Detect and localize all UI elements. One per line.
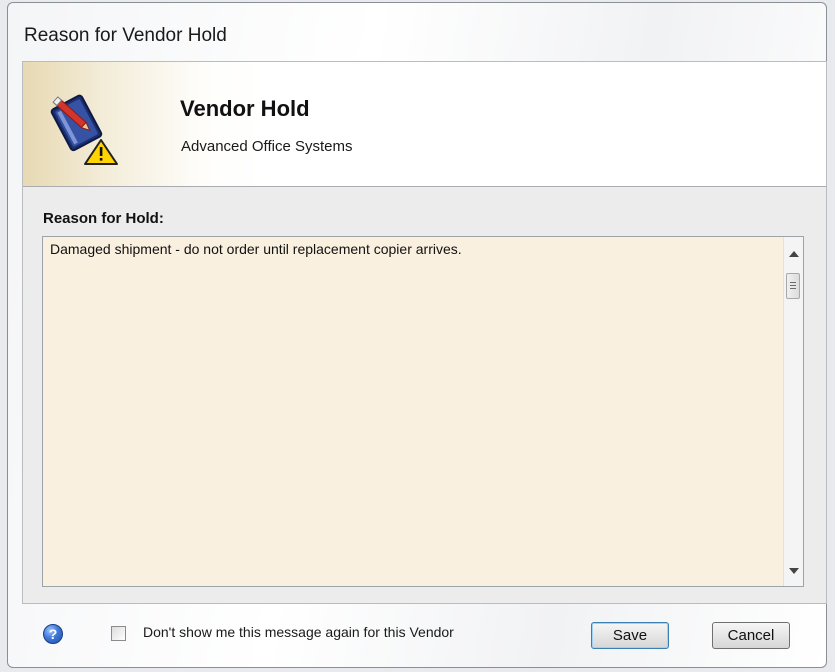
vendor-name: Advanced Office Systems: [181, 138, 353, 155]
grip-line: [790, 288, 796, 289]
scroll-thumb[interactable]: [786, 273, 800, 299]
reason-textarea[interactable]: Damaged shipment - do not order until re…: [42, 236, 804, 587]
dialog-title: Reason for Vendor Hold: [24, 25, 227, 46]
dont-show-again-label[interactable]: Don't show me this message again for thi…: [143, 624, 454, 640]
dont-show-again-checkbox[interactable]: [111, 626, 126, 641]
help-icon[interactable]: ?: [43, 624, 63, 644]
grip-line: [790, 282, 796, 283]
scroll-down-arrow-icon[interactable]: [789, 568, 799, 574]
vendor-hold-dialog: Reason for Vendor Hold Vendor Hold Advan…: [7, 2, 827, 668]
reason-label: Reason for Hold:: [43, 210, 164, 227]
cancel-button[interactable]: Cancel: [712, 622, 790, 649]
save-button[interactable]: Save: [591, 622, 669, 649]
content-panel: Vendor Hold Advanced Office Systems Reas…: [22, 61, 827, 604]
reason-text: Damaged shipment - do not order until re…: [50, 241, 462, 257]
header-title: Vendor Hold: [180, 96, 310, 121]
vertical-scrollbar[interactable]: [783, 237, 803, 586]
vendor-hold-warning-icon: [37, 86, 121, 166]
dialog-footer: ? Don't show me this message again for t…: [8, 605, 826, 667]
header-banner: Vendor Hold Advanced Office Systems: [23, 62, 826, 187]
grip-line: [790, 285, 796, 286]
scroll-up-arrow-icon[interactable]: [789, 251, 799, 257]
